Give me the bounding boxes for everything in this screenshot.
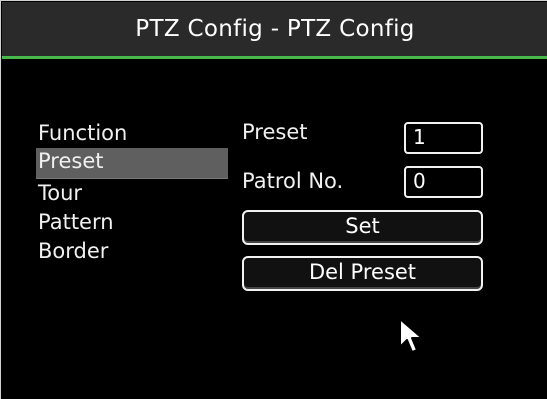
preset-number-input[interactable]: 1 [404,122,483,154]
patrol-no-label: Patrol No. [242,169,344,193]
menu-item-tour[interactable]: Tour [36,179,228,208]
dialog-title: PTZ Config - PTZ Config [135,16,415,42]
ptz-config-dialog: PTZ Config - PTZ Config Function Preset … [0,0,547,399]
title-bar: PTZ Config - PTZ Config [2,2,547,59]
menu-item-border[interactable]: Border [36,237,228,266]
set-button[interactable]: Set [242,210,483,245]
function-menu: Function Preset Tour Pattern Border [36,119,228,266]
del-preset-button[interactable]: Del Preset [242,256,483,291]
mouse-pointer-icon [399,318,423,353]
patrol-number-input[interactable]: 0 [404,166,483,198]
menu-item-pattern[interactable]: Pattern [36,208,228,237]
menu-item-preset[interactable]: Preset [36,148,228,179]
menu-item-function[interactable]: Function [36,119,228,148]
preset-label: Preset [242,120,308,144]
